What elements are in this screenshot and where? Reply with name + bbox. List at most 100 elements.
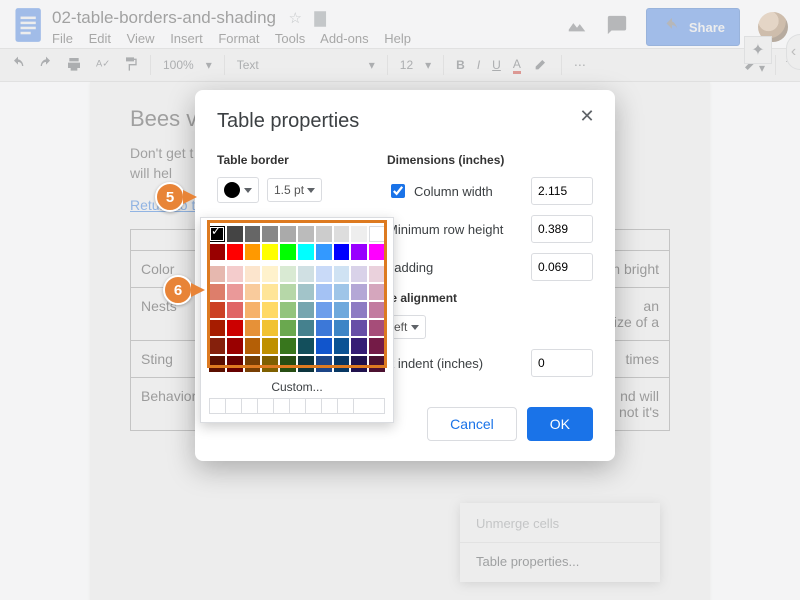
color-swatch[interactable] xyxy=(280,356,296,372)
color-swatch[interactable] xyxy=(209,320,225,336)
color-swatch[interactable] xyxy=(262,302,278,318)
color-swatch[interactable] xyxy=(298,320,314,336)
color-swatch[interactable] xyxy=(298,356,314,372)
color-swatch[interactable] xyxy=(351,266,367,282)
color-swatch[interactable] xyxy=(227,356,243,372)
highlight-icon[interactable] xyxy=(533,56,549,75)
color-swatch[interactable] xyxy=(316,302,332,318)
color-swatch[interactable] xyxy=(334,356,350,372)
color-swatch[interactable] xyxy=(227,244,243,260)
custom-slot[interactable] xyxy=(258,399,274,413)
activity-icon[interactable] xyxy=(566,14,588,41)
color-swatch[interactable] xyxy=(334,338,350,354)
custom-slot[interactable] xyxy=(226,399,242,413)
menu-file[interactable]: File xyxy=(52,31,73,46)
color-swatch[interactable] xyxy=(262,284,278,300)
custom-slot[interactable] xyxy=(338,399,354,413)
style-select[interactable]: Text xyxy=(237,58,357,72)
color-swatch[interactable] xyxy=(209,266,225,282)
color-swatch[interactable] xyxy=(298,226,314,242)
color-swatch[interactable] xyxy=(369,226,385,242)
color-swatch[interactable] xyxy=(262,338,278,354)
row-height-input[interactable] xyxy=(531,215,593,243)
custom-slot[interactable] xyxy=(290,399,306,413)
ok-button[interactable]: OK xyxy=(527,407,593,441)
close-icon[interactable]: ✕ xyxy=(575,106,599,130)
ctx-unmerge[interactable]: Unmerge cells xyxy=(460,509,660,538)
spellcheck-icon[interactable]: A✓ xyxy=(94,56,110,75)
color-swatch[interactable] xyxy=(262,320,278,336)
color-swatch[interactable] xyxy=(280,266,296,282)
color-swatch[interactable] xyxy=(316,284,332,300)
docs-logo-icon[interactable] xyxy=(12,3,46,52)
custom-slot[interactable] xyxy=(274,399,290,413)
color-swatch[interactable] xyxy=(369,244,385,260)
color-swatch[interactable] xyxy=(227,284,243,300)
color-swatch[interactable] xyxy=(334,284,350,300)
color-swatch[interactable] xyxy=(280,284,296,300)
color-swatch[interactable] xyxy=(334,244,350,260)
color-swatch[interactable] xyxy=(280,338,296,354)
color-swatch[interactable] xyxy=(227,226,243,242)
color-swatch[interactable] xyxy=(298,244,314,260)
color-swatch[interactable] xyxy=(227,338,243,354)
explore-fab-icon[interactable]: ✦ xyxy=(744,36,772,64)
color-swatch[interactable] xyxy=(209,284,225,300)
custom-slot[interactable] xyxy=(306,399,322,413)
color-swatch[interactable] xyxy=(369,320,385,336)
border-color-button[interactable] xyxy=(217,177,259,203)
color-swatch[interactable] xyxy=(209,356,225,372)
color-swatch[interactable] xyxy=(209,338,225,354)
color-swatch[interactable] xyxy=(245,356,261,372)
color-swatch[interactable] xyxy=(351,356,367,372)
color-swatch[interactable] xyxy=(351,244,367,260)
share-button[interactable]: Share xyxy=(646,8,740,46)
color-swatch[interactable] xyxy=(298,338,314,354)
color-swatch[interactable] xyxy=(351,226,367,242)
star-icon[interactable]: ☆ xyxy=(288,10,301,27)
color-swatch[interactable] xyxy=(369,356,385,372)
color-swatch[interactable] xyxy=(369,266,385,282)
comments-icon[interactable] xyxy=(606,14,628,41)
side-panel-handle[interactable]: ‹ xyxy=(786,34,800,70)
file-name[interactable]: 02-table-borders-and-shading xyxy=(52,8,276,27)
color-swatch[interactable] xyxy=(334,320,350,336)
print-icon[interactable] xyxy=(66,56,82,75)
paint-format-icon[interactable] xyxy=(122,56,138,75)
column-width-checkbox[interactable] xyxy=(391,184,405,198)
text-color-icon[interactable]: A xyxy=(513,57,521,74)
zoom-select[interactable]: 100% xyxy=(163,58,194,72)
italic-icon[interactable]: I xyxy=(477,58,480,72)
color-swatch[interactable] xyxy=(245,338,261,354)
color-swatch[interactable] xyxy=(334,226,350,242)
fontsize-select[interactable]: 12 xyxy=(400,58,413,72)
color-swatch[interactable] xyxy=(369,338,385,354)
underline-icon[interactable]: U xyxy=(492,58,501,72)
color-swatch[interactable] xyxy=(316,266,332,282)
menu-edit[interactable]: Edit xyxy=(89,31,111,46)
color-swatch[interactable] xyxy=(351,320,367,336)
color-swatch[interactable] xyxy=(316,320,332,336)
ctx-table-properties[interactable]: Table properties... xyxy=(460,547,660,576)
color-swatch[interactable] xyxy=(334,302,350,318)
more-icon[interactable]: ⋯ xyxy=(574,58,586,72)
color-swatch[interactable] xyxy=(351,284,367,300)
custom-slot[interactable] xyxy=(242,399,258,413)
color-swatch[interactable] xyxy=(280,226,296,242)
color-swatch[interactable] xyxy=(351,338,367,354)
custom-color-label[interactable]: Custom... xyxy=(209,374,385,398)
color-swatch[interactable] xyxy=(227,302,243,318)
menu-addons[interactable]: Add-ons xyxy=(320,31,368,46)
color-swatch[interactable] xyxy=(280,320,296,336)
undo-icon[interactable] xyxy=(10,56,26,75)
color-swatch[interactable] xyxy=(316,226,332,242)
custom-slot[interactable] xyxy=(354,399,370,413)
color-swatch[interactable] xyxy=(245,244,261,260)
color-swatch[interactable] xyxy=(298,302,314,318)
color-swatch[interactable] xyxy=(316,356,332,372)
menu-help[interactable]: Help xyxy=(384,31,411,46)
border-width-select[interactable]: 1.5 pt xyxy=(267,178,322,202)
menu-insert[interactable]: Insert xyxy=(170,31,203,46)
color-swatch[interactable] xyxy=(369,302,385,318)
color-swatch[interactable] xyxy=(262,266,278,282)
